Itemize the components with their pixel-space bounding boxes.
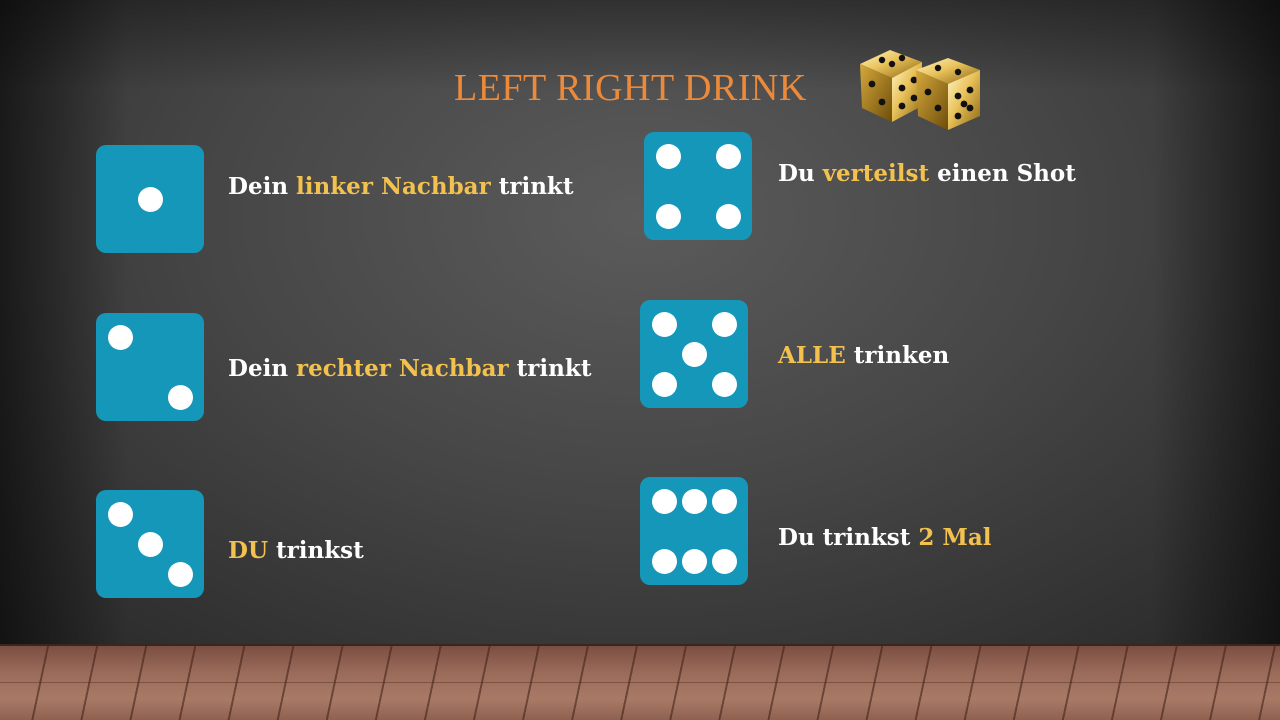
rule-text-highlight: DU [228, 537, 269, 564]
rule-text-5: ALLE trinken [778, 339, 949, 373]
die-pip [651, 371, 677, 397]
rule-text-plain: Du [778, 160, 823, 187]
rule-text-highlight: linker Nachbar [296, 173, 491, 200]
die-pip [715, 203, 741, 229]
die-face-3 [96, 490, 204, 598]
die-pip [137, 186, 163, 212]
rule-text-plain: trinkt [508, 355, 592, 382]
rule-text-highlight: ALLE [778, 342, 846, 369]
gold-die-right [916, 58, 980, 130]
rule-text-plain: trinken [845, 342, 950, 369]
die-pip [681, 488, 707, 514]
die-pip [137, 531, 163, 557]
die-face-6 [640, 477, 748, 585]
rule-text-plain: trinkst [268, 537, 364, 564]
die-pip [711, 311, 737, 337]
die-pip [167, 384, 193, 410]
rule-text-plain: trinkt [490, 173, 574, 200]
die-face-4 [644, 132, 752, 240]
die-pip [711, 371, 737, 397]
die-face-1 [96, 145, 204, 253]
rule-text-2: Dein rechter Nachbar trinkt [228, 352, 591, 386]
rule-text-6: Du trinkst 2 Mal [778, 521, 992, 555]
floor-seam [0, 682, 1280, 683]
gold-die-left [860, 50, 922, 122]
golden-dice-icon [860, 50, 980, 130]
die-pip [167, 561, 193, 587]
die-pip [681, 341, 707, 367]
die-pip [107, 501, 133, 527]
rule-text-plain: einen Shot [929, 160, 1076, 187]
die-pip [715, 143, 741, 169]
rule-text-highlight: verteilst [822, 160, 930, 187]
rule-text-plain: Du trinkst [778, 524, 919, 551]
rule-text-3: DU trinkst [228, 534, 364, 568]
die-pip [651, 488, 677, 514]
die-pip [107, 324, 133, 350]
die-face-2 [96, 313, 204, 421]
slide-title: LEFT RIGHT DRINK [454, 67, 807, 109]
rule-text-plain: Dein [228, 173, 297, 200]
die-pip [651, 548, 677, 574]
die-pip [681, 548, 707, 574]
rule-text-highlight: rechter Nachbar [296, 355, 509, 382]
die-face-5 [640, 300, 748, 408]
die-pip [711, 548, 737, 574]
rule-text-highlight: 2 Mal [918, 524, 992, 551]
die-pip [711, 488, 737, 514]
die-pip [651, 311, 677, 337]
rule-text-1: Dein linker Nachbar trinkt [228, 170, 573, 204]
slide: LEFT RIGHT DRINK Dein linker Nachbar tri… [0, 0, 1280, 720]
rule-text-plain: Dein [228, 355, 297, 382]
die-pip [655, 143, 681, 169]
die-pip [655, 203, 681, 229]
rule-text-4: Du verteilst einen Shot [778, 157, 1076, 191]
